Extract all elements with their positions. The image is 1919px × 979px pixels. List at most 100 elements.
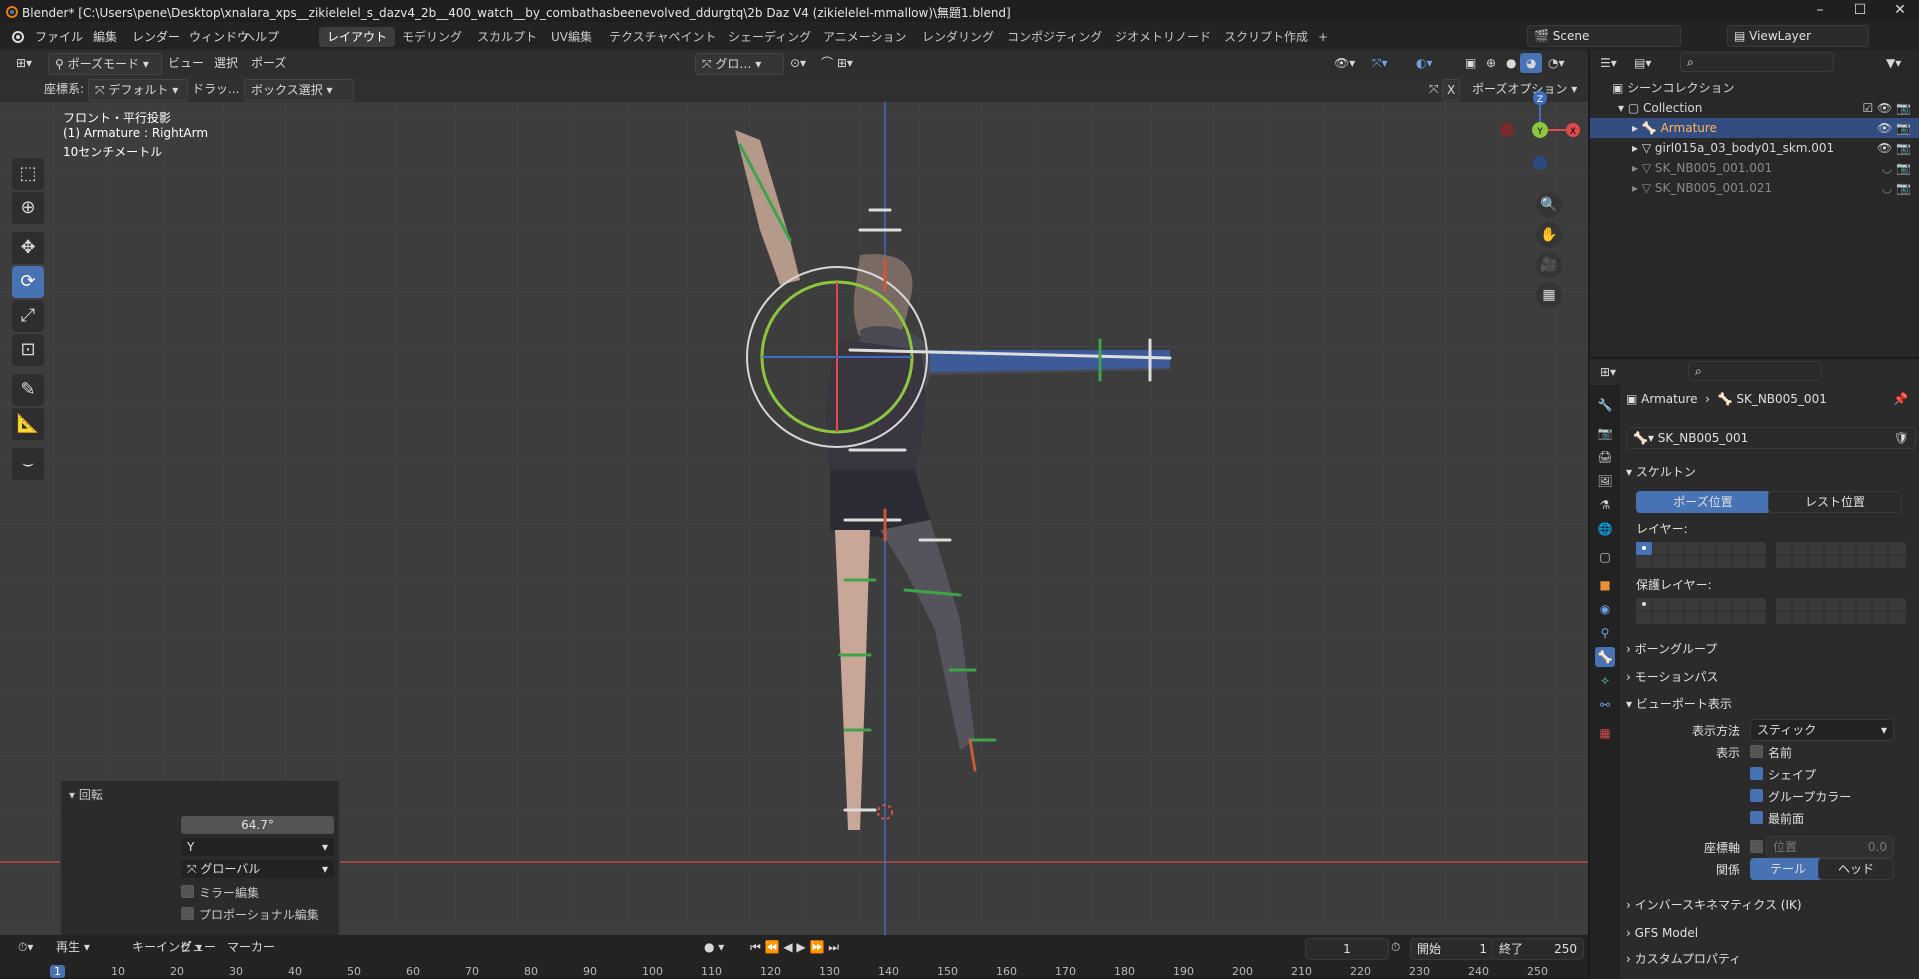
viewport-display-panel-header[interactable]: ▾ ビューポート表示 (1626, 694, 1916, 714)
ruler-frame-label: 1 (50, 965, 65, 978)
armature-data-name-field[interactable]: 🦴▾ SK_NB005_001 🛡 (1626, 427, 1916, 449)
collection-row[interactable]: ▾ ▢ Collection ☑ 👁 📷 (1590, 98, 1919, 118)
view-layer-tab-icon[interactable]: 🖼 (1595, 471, 1615, 491)
scene-collection-row[interactable]: ▣ シーンコレクション (1590, 78, 1919, 98)
collection-visibility-icon[interactable]: ☑ 👁 📷 (1862, 98, 1911, 118)
mirror-edit-checkbox[interactable]: ミラー編集 (181, 884, 259, 901)
rotate-operator-panel: ▾ 回転 角度 64.7° 座標軸 Y▾ 座標系 ⤧ グローバル▾ ミラー編集 … (60, 780, 340, 935)
group-colors-checkbox[interactable]: グループカラー (1750, 787, 1890, 807)
body-label: girl015a_03_body01_skm.001 (1654, 141, 1835, 155)
menu-render[interactable]: レンダー (132, 28, 180, 45)
skeleton-panel-header[interactable]: ▾ スケルトン (1626, 462, 1916, 482)
ik-panel-header[interactable]: › インバースキネマティクス (IK) (1626, 895, 1916, 915)
camera-view-icon[interactable]: 🎥 (1536, 252, 1562, 278)
object-tab-icon[interactable]: ■ (1595, 575, 1615, 595)
constraints-tab-icon[interactable]: ⚲ (1595, 623, 1615, 643)
properties-editor-type-icon[interactable]: ⊞▾ (1594, 362, 1622, 382)
texture-tab-icon[interactable]: ▦ (1595, 723, 1615, 743)
3d-viewport[interactable]: ⊞▾ ⚲ ポーズモード ▾ ビュー 選択 ポーズ ⤧ グロ… ▾ ⊙▾ ⌒ ⊞▾… (0, 50, 1588, 935)
menu-help[interactable]: ヘルプ (243, 28, 279, 45)
properties-panel: ⊞▾ ⌕ 🔧 📷 🖨 🖼 ⚗ 🌐 ▢ ■ ◉ ⚲ 🦴 ✧ ⚯ ▦ ▣ Armat… (1588, 357, 1919, 979)
outliner-item-body[interactable]: ▸ ▽ girl015a_03_body01_skm.001 👁 📷 (1590, 138, 1919, 158)
display-as-dropdown[interactable]: スティック ▾ (1750, 719, 1894, 741)
pose-position-button[interactable]: ポーズ位置 (1636, 491, 1770, 513)
window-title: Blender* [C:\Users\pene\Desktop\xnalara_… (22, 6, 1011, 20)
bone-groups-panel-header[interactable]: › ボーングループ (1626, 639, 1916, 659)
angle-field[interactable]: 64.7° (181, 816, 334, 834)
names-checkbox[interactable]: 名前 (1750, 743, 1870, 763)
axis-dropdown[interactable]: Y ▾ (181, 838, 334, 856)
tab-animation[interactable]: アニメーション (815, 27, 915, 47)
tab-shading[interactable]: シェーディング (720, 27, 819, 47)
maximize-button[interactable]: ☐ (1840, 2, 1880, 18)
tab-texture-paint[interactable]: テクスチャペイント (601, 27, 725, 47)
gfs-model-panel-header[interactable]: › GFS Model (1626, 923, 1916, 943)
bone-layers-grid[interactable] (1636, 542, 1906, 570)
custom-props-panel-header[interactable]: › カスタムプロパティ (1626, 949, 1916, 969)
menu-file[interactable]: ファイル (35, 28, 83, 45)
sk-001-visibility-icon[interactable]: ◡ 📷 (1882, 158, 1911, 178)
tab-sculpt[interactable]: スカルプト (469, 27, 545, 47)
minimize-button[interactable]: – (1800, 2, 1840, 18)
rotate-panel-title[interactable]: ▾ 回転 (69, 786, 103, 803)
proportional-edit-checkbox[interactable]: プロポーショナル編集 (181, 906, 319, 923)
physics-tab-icon[interactable]: ◉ (1595, 599, 1615, 619)
zoom-icon[interactable]: 🔍 (1536, 192, 1562, 218)
protected-layers-grid[interactable] (1636, 598, 1906, 626)
world-tab-icon[interactable]: 🌐 (1595, 519, 1615, 539)
filter-icon[interactable]: ▼▾ (1880, 53, 1907, 73)
frame-ruler[interactable]: 1 10 20 30 40 50 60 70 80 90 100 110 120 130 140 150 160… (0, 935, 1588, 978)
render-tab-icon[interactable]: 📷 (1595, 423, 1615, 443)
pin-icon[interactable]: 📌 (1893, 389, 1908, 409)
outliner-search-input[interactable]: ⌕ (1680, 52, 1834, 72)
tab-rendering[interactable]: レンダリング (914, 27, 1002, 47)
ruler-frame-label: 210 (1291, 965, 1312, 978)
motion-paths-panel-header[interactable]: › モーションパス (1626, 667, 1916, 687)
menu-edit[interactable]: 編集 (93, 28, 117, 45)
pan-hand-icon[interactable]: ✋ (1536, 222, 1562, 248)
scene-selector[interactable]: 🎬 Scene (1527, 25, 1681, 47)
bone-constraints-tab-icon[interactable]: ⚯ (1595, 695, 1615, 715)
blender-menu-icon[interactable] (9, 29, 25, 43)
scene-tab-icon[interactable]: ⚗ (1595, 495, 1615, 515)
view-layer-selector[interactable]: ▤ ViewLayer (1727, 25, 1869, 47)
orientation-dropdown-panel[interactable]: ⤧ グローバル ▾ (181, 860, 334, 878)
ortho-grid-icon[interactable]: ▦ (1536, 282, 1562, 308)
menu-window[interactable]: ウィンドウ (189, 28, 249, 45)
outliner-item-sk-021[interactable]: ▸ ▽ SK_NB005_001.021 ◡ 📷 (1590, 178, 1919, 198)
fake-user-icon[interactable]: 🛡 (1894, 428, 1909, 448)
sk-021-visibility-icon[interactable]: ◡ 📷 (1882, 178, 1911, 198)
tab-layout[interactable]: レイアウト (319, 27, 396, 47)
rest-position-button[interactable]: レスト位置 (1768, 491, 1902, 513)
collection-tab-icon[interactable]: ▢ (1595, 547, 1615, 567)
proportional-checkbox-box (181, 907, 194, 920)
relation-head-button[interactable]: ヘッド (1818, 858, 1894, 880)
ruler-frame-label: 250 (1527, 965, 1548, 978)
axes-position-field[interactable]: 位置 0.0 (1766, 836, 1894, 858)
output-tab-icon[interactable]: 🖨 (1595, 447, 1615, 467)
in-front-checkbox[interactable]: 最前面 (1750, 809, 1870, 829)
outliner-display-mode-icon[interactable]: ▤▾ (1628, 53, 1657, 73)
outliner-item-sk-001[interactable]: ▸ ▽ SK_NB005_001.001 ◡ 📷 (1590, 158, 1919, 178)
tab-scripting[interactable]: スクリプト作成 (1216, 27, 1316, 47)
add-workspace-button[interactable]: + (1310, 27, 1336, 47)
bone-tab-icon[interactable]: ✧ (1595, 671, 1615, 691)
tab-modeling[interactable]: モデリング (394, 27, 470, 47)
close-button[interactable]: ✕ (1880, 2, 1919, 18)
outliner-editor-type-icon[interactable]: ☰▾ (1594, 53, 1623, 73)
tool-tab-icon[interactable]: 🔧 (1595, 395, 1615, 415)
armature-visibility-icon[interactable]: 👁 📷 (1877, 118, 1911, 138)
tab-uv-editing[interactable]: UV編集 (543, 27, 600, 47)
tab-compositing[interactable]: コンポジティング (999, 27, 1110, 47)
rotate-panel-title-text: 回転 (78, 788, 103, 802)
armature-data-tab-icon[interactable]: 🦴 (1595, 647, 1615, 667)
shapes-checkbox[interactable]: シェイプ (1750, 765, 1870, 785)
rotate-gizmo[interactable] (746, 266, 928, 448)
outliner-item-armature[interactable]: ▸ 🦴 Armature 👁 📷 (1590, 118, 1919, 138)
expand-collection-icon[interactable]: ▾ (1618, 101, 1628, 115)
navigation-gizmo[interactable]: Z Y X (1500, 90, 1580, 170)
body-visibility-icon[interactable]: 👁 📷 (1877, 138, 1911, 158)
properties-search-input[interactable]: ⌕ (1688, 361, 1822, 381)
tab-geometry-nodes[interactable]: ジオメトリノード (1107, 27, 1219, 47)
relation-tail-button[interactable]: テール (1750, 858, 1826, 880)
